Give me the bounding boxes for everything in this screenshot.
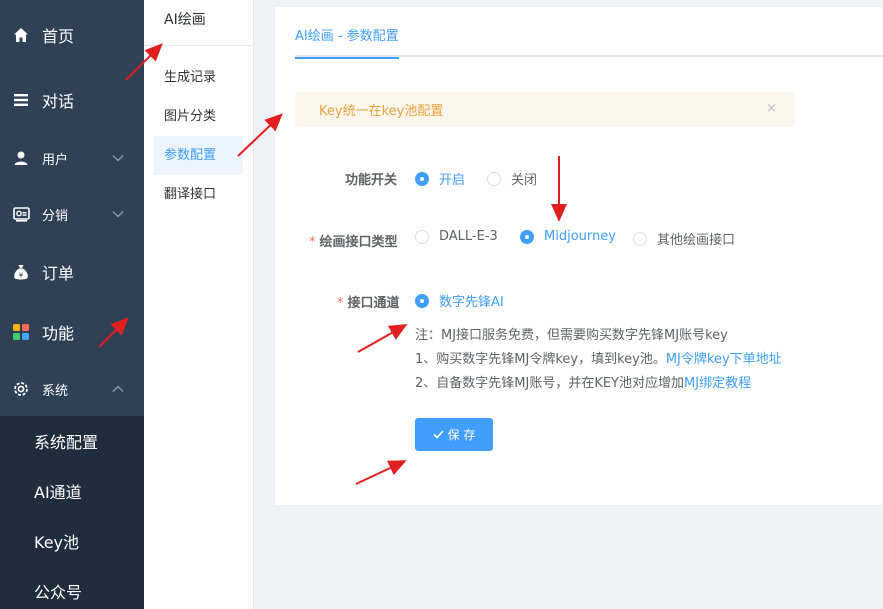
sidebar-item-label: 用户 bbox=[42, 152, 69, 168]
radio-label: DALL-E-3 bbox=[439, 229, 498, 244]
radio-label: Midjourney bbox=[544, 229, 616, 244]
close-icon[interactable]: × bbox=[766, 101, 777, 116]
sidebar-item-label: 订单 bbox=[42, 264, 75, 283]
radio-channel-szxf[interactable]: 数字先锋AI bbox=[415, 291, 504, 310]
radio-dot bbox=[487, 171, 501, 186]
system-submenu: 系统配置 AI通道 Key池 公众号 bbox=[0, 416, 144, 609]
subnav-item-records[interactable]: 生成记录 bbox=[154, 58, 243, 97]
save-button[interactable]: 保 存 bbox=[415, 418, 493, 451]
subnav: AI绘画 生成记录 图片分类 参数配置 翻译接口 bbox=[144, 0, 254, 609]
sidebar-item-system[interactable]: 系统 bbox=[0, 362, 144, 416]
channel-label: * 接口通道 bbox=[337, 296, 400, 311]
home-icon bbox=[12, 26, 30, 44]
apps-icon bbox=[12, 323, 30, 341]
sidebar-item-label: 系统 bbox=[42, 383, 69, 399]
sidebar-item-label: 功能 bbox=[42, 324, 75, 343]
submenu-item-ai-channel[interactable]: AI通道 bbox=[0, 466, 144, 516]
money-bag-icon: ¥ bbox=[12, 263, 30, 281]
radio-dot bbox=[415, 171, 429, 186]
subnav-title: AI绘画 bbox=[144, 0, 253, 46]
submenu-item-official-account[interactable]: 公众号 bbox=[0, 566, 144, 609]
mj-order-link[interactable]: MJ令牌key下单地址 bbox=[666, 352, 782, 367]
sidebar-item-distribution[interactable]: 分销 bbox=[0, 186, 144, 242]
sidebar-item-home[interactable]: 首页 bbox=[0, 0, 144, 70]
tab-bar: AI绘画 - 参数配置 bbox=[295, 7, 883, 59]
sidebar-item-label: 首页 bbox=[42, 27, 75, 46]
radio-label: 开启 bbox=[439, 173, 466, 188]
note-line-2: 1、购买数字先锋MJ令牌key，填到key池。MJ令牌key下单地址 bbox=[415, 352, 782, 367]
sidebar-item-orders[interactable]: ¥ 订单 bbox=[0, 242, 144, 302]
radio-label: 其他绘画接口 bbox=[657, 233, 736, 248]
sidebar-item-chat[interactable]: 对话 bbox=[0, 70, 144, 130]
submenu-item-system-config[interactable]: 系统配置 bbox=[0, 416, 144, 466]
chevron-down-icon bbox=[112, 154, 124, 162]
radio-switch-off[interactable]: 关闭 bbox=[487, 169, 537, 188]
radio-switch-on[interactable]: 开启 bbox=[415, 169, 465, 188]
radio-dot bbox=[520, 229, 534, 244]
note-line-1: 注：MJ接口服务免费，但需要购买数字先锋MJ账号key bbox=[415, 328, 728, 343]
radio-dot bbox=[633, 231, 647, 246]
switch-label: 功能开关 bbox=[345, 173, 398, 188]
sidebar-item-label: 分销 bbox=[42, 208, 69, 224]
radio-dot bbox=[415, 229, 429, 244]
radio-label: 数字先锋AI bbox=[439, 295, 504, 310]
alert-banner: Key统一在key池配置 × bbox=[295, 92, 795, 127]
sidebar: 首页 对话 用户 分销 ¥ 订单 功能 系统 系统配置 AI通道 Key池 公众… bbox=[0, 0, 144, 609]
radio-other[interactable]: 其他绘画接口 bbox=[633, 229, 735, 248]
mj-bind-tutorial-link[interactable]: MJ绑定教程 bbox=[684, 376, 751, 391]
chevron-down-icon bbox=[112, 210, 124, 218]
submenu-item-key-pool[interactable]: Key池 bbox=[0, 516, 144, 566]
tab-params-config[interactable]: AI绘画 - 参数配置 bbox=[295, 7, 399, 59]
alert-text: Key统一在key池配置 bbox=[319, 104, 444, 119]
menu-icon bbox=[12, 91, 30, 109]
distribution-icon bbox=[12, 205, 30, 223]
note-line-3: 2、自备数字先锋MJ账号，并在KEY池对应增加MJ绑定教程 bbox=[415, 376, 752, 391]
user-icon bbox=[12, 149, 30, 167]
sidebar-item-users[interactable]: 用户 bbox=[0, 130, 144, 186]
subnav-item-params[interactable]: 参数配置 bbox=[154, 136, 243, 175]
gear-icon bbox=[12, 380, 30, 398]
required-mark: * bbox=[309, 235, 316, 250]
sidebar-item-features[interactable]: 功能 bbox=[0, 302, 144, 362]
subnav-item-translate[interactable]: 翻译接口 bbox=[154, 175, 243, 214]
check-icon bbox=[433, 430, 444, 439]
chevron-up-icon bbox=[112, 385, 124, 393]
required-mark: * bbox=[337, 296, 344, 311]
radio-label: 关闭 bbox=[511, 173, 538, 188]
type-label: * 绘画接口类型 bbox=[309, 235, 398, 250]
subnav-item-categories[interactable]: 图片分类 bbox=[154, 97, 243, 136]
radio-dot bbox=[415, 293, 429, 308]
radio-midjourney[interactable]: Midjourney bbox=[520, 229, 616, 244]
sidebar-item-label: 对话 bbox=[42, 92, 75, 111]
radio-dalle3[interactable]: DALL-E-3 bbox=[415, 229, 498, 244]
svg-text:¥: ¥ bbox=[19, 271, 24, 279]
config-card: AI绘画 - 参数配置 Key统一在key池配置 × 功能开关 开启 关闭 * 绘… bbox=[274, 6, 883, 506]
